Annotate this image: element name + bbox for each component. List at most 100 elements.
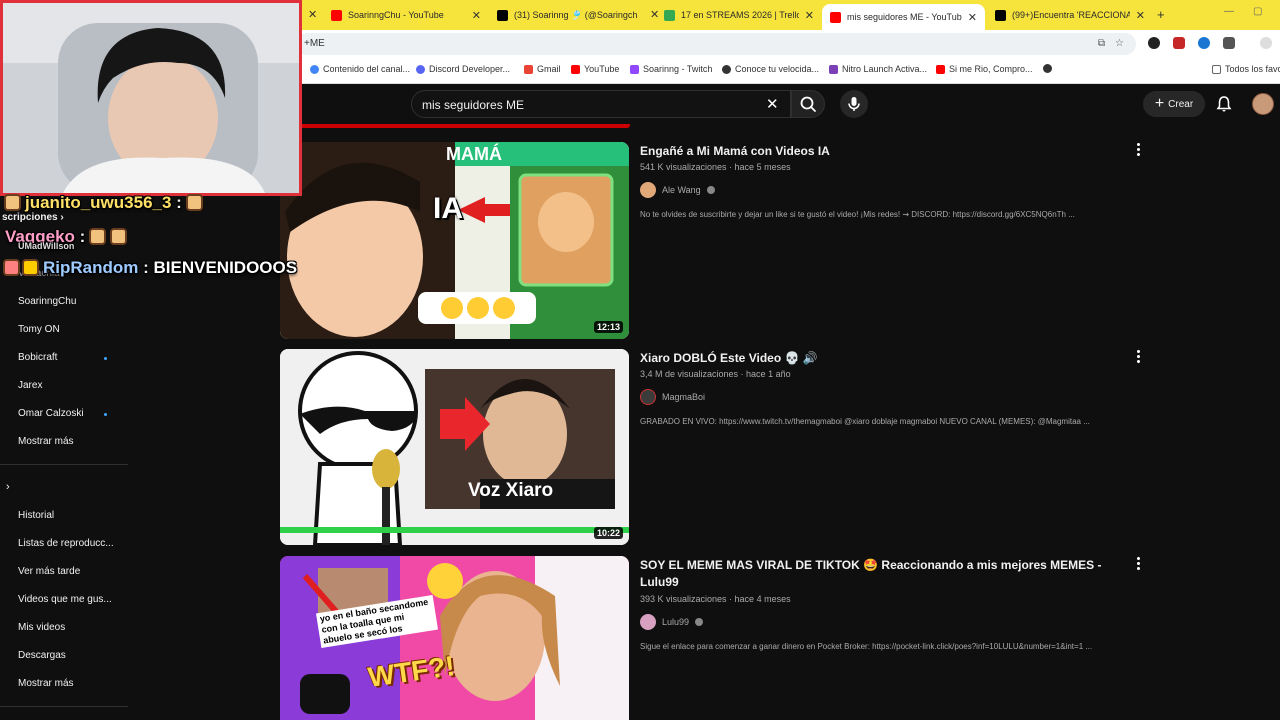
youtube-icon: [936, 64, 945, 74]
thumbnail-caption: IA: [433, 192, 463, 225]
more-actions-icon[interactable]: [1135, 556, 1141, 570]
subscriptions-heading[interactable]: scripciones ›: [2, 212, 64, 223]
sidebar-divider: [0, 706, 128, 707]
new-tab-button[interactable]: +: [1157, 7, 1165, 22]
close-tab-icon[interactable]: ✕: [650, 8, 659, 21]
live-indicator-dot: [104, 413, 107, 416]
tiktok-icon: [995, 9, 1006, 21]
thumbnail-caption: MAMÁ: [446, 144, 502, 164]
sidebar-show-more-subscriptions[interactable]: Mostrar más: [18, 436, 74, 447]
bookmark-star-icon[interactable]: ☆: [1115, 38, 1124, 49]
more-actions-icon[interactable]: [1135, 142, 1141, 156]
bookmark-youtube[interactable]: YouTube: [571, 64, 619, 74]
search-button[interactable]: [791, 90, 825, 118]
sidebar-item-liked-videos[interactable]: Videos que me gus...: [18, 594, 112, 605]
chat-emote-icon: [110, 228, 128, 245]
extension-icon[interactable]: [1173, 37, 1185, 49]
clear-search-icon[interactable]: ✕: [766, 95, 779, 113]
voice-search-button[interactable]: [840, 90, 868, 118]
bookmark-contenido[interactable]: Contenido del canal...: [310, 64, 410, 74]
tab-soarinngchu-youtube[interactable]: SoarinngChu - YouTube ✕: [331, 4, 481, 26]
video-meta: 541 K visualizaciones · hace 5 meses: [640, 162, 791, 172]
thumbnail-art: [280, 349, 629, 545]
video-description: GRABADO EN VIVO: https://www.twitch.tv/t…: [640, 417, 1090, 426]
plus-icon: +: [1154, 95, 1165, 112]
close-tab-icon[interactable]: ✕: [968, 11, 977, 24]
bookmark-twitch[interactable]: Soarinng - Twitch: [630, 64, 712, 74]
discord-icon: [416, 64, 425, 74]
close-tab-icon[interactable]: ✕: [308, 8, 317, 21]
tab-twitter[interactable]: (31) Soarinng 🎐 (@Soaringch: [497, 4, 647, 26]
extensions-puzzle-icon[interactable]: [1223, 37, 1235, 49]
sidebar-item-your-videos[interactable]: Mis videos: [18, 622, 65, 633]
sidebar-item-playlists[interactable]: Listas de reproducc...: [18, 538, 114, 549]
close-tab-icon[interactable]: ✕: [472, 9, 481, 22]
close-tab-icon[interactable]: ✕: [1136, 9, 1145, 22]
sidebar-show-more-you[interactable]: Mostrar más: [18, 678, 74, 689]
channel-link[interactable]: Ale Wang: [640, 182, 715, 198]
channel-avatar: [640, 182, 656, 198]
trello-icon: [664, 9, 675, 21]
twitch-icon: [630, 64, 639, 74]
video-duration: 12:13: [593, 321, 623, 333]
video-title[interactable]: Xiaro DOBLÓ Este Video 💀 🔊: [640, 350, 1110, 367]
more-actions-icon[interactable]: [1135, 349, 1141, 363]
chat-emote-icon: [89, 228, 107, 245]
video-thumbnail[interactable]: MAMÁ IA 12:13: [280, 142, 629, 339]
sidebar-item-soarinngchu[interactable]: SoarinngChu: [18, 296, 76, 307]
x-twitter-icon: [497, 9, 508, 21]
chat-emote-icon: [185, 194, 203, 211]
sidebar-item-history[interactable]: Historial: [18, 510, 54, 521]
bookmark-speedtest[interactable]: Conoce tu velocida...: [722, 64, 819, 74]
chat-message: juanito_uwu356_3 :: [4, 193, 203, 213]
extension-icon[interactable]: [1198, 37, 1210, 49]
extension-icon[interactable]: [1148, 37, 1160, 49]
folder-icon: [1212, 64, 1221, 74]
maximize-icon[interactable]: ▢: [1253, 6, 1262, 17]
minimize-icon[interactable]: —: [1224, 6, 1234, 17]
sidebar-item-bobicraft[interactable]: Bobicraft: [18, 352, 57, 363]
sidebar-item-downloads[interactable]: Descargas: [18, 650, 66, 661]
google-icon: [310, 64, 319, 74]
channel-link[interactable]: Lulu99: [640, 614, 704, 630]
url-field[interactable]: +ME ⧉ ☆: [296, 33, 1136, 55]
sidebar-item-jarex[interactable]: Jarex: [18, 380, 42, 391]
create-button[interactable]: + Crear: [1143, 91, 1205, 117]
account-avatar[interactable]: [1252, 93, 1274, 115]
tab-mis-seguidores-youtube[interactable]: mis seguidores ME - YouTube ✕: [822, 4, 985, 30]
webcam-feed: [3, 3, 299, 193]
bookmark-si-me-rio[interactable]: Si me Rio, Compro...: [936, 64, 1033, 74]
you-section-chevron-icon[interactable]: ›: [6, 481, 10, 493]
bookmark-gmail[interactable]: Gmail: [524, 64, 561, 74]
youtube-icon: [571, 64, 580, 74]
bookmark-globe[interactable]: [1043, 64, 1056, 73]
chat-badge-icon: [3, 259, 20, 276]
thumbnail-art: [280, 142, 629, 339]
search-icon: [800, 96, 816, 112]
live-indicator-dot: [104, 357, 107, 360]
video-meta: 3,4 M de visualizaciones · hace 1 año: [640, 369, 791, 379]
gmail-icon: [524, 64, 533, 74]
sidebar-item-watch-later[interactable]: Ver más tarde: [18, 566, 80, 577]
sidebar-item-omar-calzoski[interactable]: Omar Calzoski: [18, 408, 84, 419]
video-title[interactable]: SOY EL MEME MAS VIRAL DE TIKTOK 🤩 Reacci…: [640, 557, 1110, 591]
close-tab-icon[interactable]: ✕: [805, 9, 814, 22]
notifications-bell-icon[interactable]: [1215, 95, 1233, 113]
bookmark-discord[interactable]: Discord Developer...: [416, 64, 510, 74]
sidebar-item-tomy-on[interactable]: Tomy ON: [18, 324, 60, 335]
install-app-icon[interactable]: ⧉: [1098, 38, 1105, 49]
video-title[interactable]: Engañé a Mi Mamá con Videos IA: [640, 143, 1110, 160]
video-description: No te olvides de suscribirte y dejar un …: [640, 210, 1075, 219]
search-input[interactable]: mis seguidores ME ✕: [411, 90, 791, 118]
video-thumbnail[interactable]: yo en el baño secandome con la toalla qu…: [280, 556, 629, 720]
tab-trello[interactable]: 17 en STREAMS 2026 | Trello ✕: [664, 4, 814, 26]
channel-avatar: [640, 614, 656, 630]
tab-tiktok[interactable]: (99+)Encuentra 'REACCIONAN ✕: [995, 4, 1145, 26]
nitro-icon: [829, 64, 838, 74]
bookmark-all-favorites[interactable]: Todos los favo: [1212, 64, 1280, 74]
video-thumbnail[interactable]: Voz Xiaro 10:22: [280, 349, 629, 545]
channel-link[interactable]: MagmaBoi: [640, 389, 705, 405]
profile-icon[interactable]: [1260, 37, 1272, 49]
bookmark-nitro[interactable]: Nitro Launch Activa...: [829, 64, 927, 74]
speedtest-icon: [722, 64, 731, 74]
